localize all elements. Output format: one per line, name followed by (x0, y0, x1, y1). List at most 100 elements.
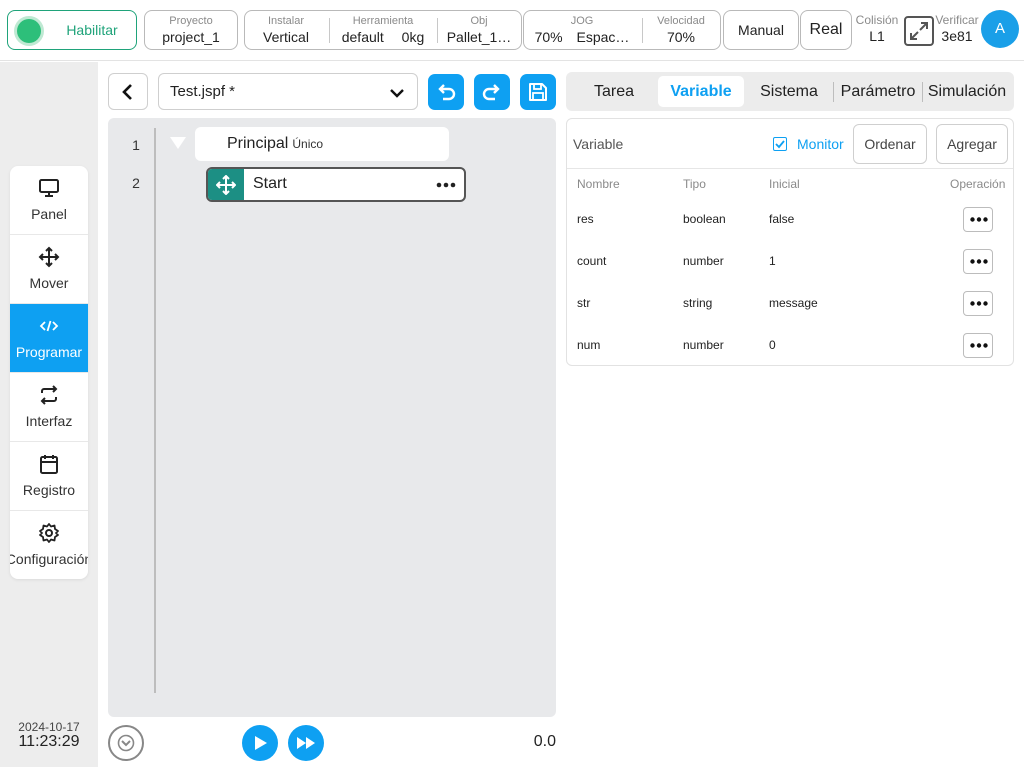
check-icon (775, 140, 785, 149)
var-initial: 0 (769, 338, 776, 352)
sidebar-item-label: Registro (22, 482, 76, 498)
manual-mode-button[interactable]: Manual (723, 10, 799, 50)
variable-panel: Variable Monitor Ordenar Agregar Nombre … (566, 118, 1014, 366)
install-tool-group[interactable]: Instalar Vertical Herramienta default 0k… (244, 10, 522, 50)
row-more-button[interactable] (963, 291, 993, 316)
enable-button[interactable]: Habilitar (7, 10, 137, 50)
verify-key: Verificar (935, 13, 979, 27)
tool-value-row: default 0kg (331, 28, 435, 46)
divider (833, 82, 834, 102)
tab-task[interactable]: Tarea (576, 76, 652, 107)
speed-value: 70% (666, 29, 696, 45)
sidebar-item-label: Configuración (10, 551, 88, 567)
enable-label: Habilitar (66, 22, 118, 38)
undo-button[interactable] (428, 74, 464, 110)
jog-mode: Espac… (576, 29, 630, 45)
sidebar-item-log[interactable]: Registro (10, 442, 88, 511)
clock-time: 11:23:29 (18, 733, 80, 750)
chevron-left-icon (120, 83, 136, 101)
user-avatar[interactable]: A (981, 10, 1019, 48)
var-initial: false (769, 212, 795, 226)
top-bar: Habilitar Proyecto project_1 Instalar Ve… (0, 0, 1024, 61)
chevron-down-icon (117, 734, 135, 752)
jog-value-row: 70% Espac… (524, 28, 640, 46)
row-more-button[interactable] (963, 333, 993, 358)
file-name: Test.jspf * (170, 83, 236, 100)
jog-speed-group[interactable]: JOG 70% Espac… Velocidad 70% (523, 10, 721, 50)
verify-status: Verificar 3e81 (934, 14, 980, 45)
var-type: string (683, 296, 713, 310)
more-icon[interactable] (436, 182, 456, 188)
more-icon (970, 217, 988, 222)
step-forward-button[interactable] (288, 725, 324, 761)
divider (329, 18, 330, 43)
jog-key: JOG (570, 15, 594, 27)
more-icon (970, 301, 988, 306)
var-initial: message (769, 296, 818, 310)
project-key: Proyecto (169, 15, 213, 27)
install-value: Vertical (263, 29, 309, 45)
sidebar-item-move[interactable]: Mover (10, 235, 88, 304)
sidebar-item-settings[interactable]: Configuración (10, 511, 88, 579)
divider (567, 168, 1013, 169)
project-value: project_1 (162, 29, 220, 45)
row-more-button[interactable] (963, 207, 993, 232)
principal-node[interactable]: Principal Único (195, 127, 449, 161)
undo-icon (435, 81, 457, 103)
real-mode-button[interactable]: Real (800, 10, 852, 50)
sidebar-item-interface[interactable]: Interfaz (10, 373, 88, 442)
column-header-operation: Operación (950, 177, 1006, 191)
redo-icon (481, 81, 503, 103)
install-key: Instalar (267, 15, 305, 27)
principal-subtitle: Único (292, 137, 324, 151)
project-selector[interactable]: Proyecto project_1 (144, 10, 238, 50)
move-icon (38, 246, 60, 268)
sidebar-item-program[interactable]: Programar (10, 304, 88, 373)
redo-button[interactable] (474, 74, 510, 110)
order-button[interactable]: Ordenar (853, 124, 927, 164)
var-type: boolean (683, 212, 726, 226)
tab-system[interactable]: Sistema (750, 76, 828, 107)
side-menu: Panel Mover Programar Interfaz Registro … (10, 166, 88, 579)
tool-key: Herramienta (352, 15, 414, 27)
column-header-initial: Inicial (769, 177, 800, 191)
back-button[interactable] (108, 73, 148, 110)
var-name: count (577, 254, 607, 268)
sidebar-item-panel[interactable]: Panel (10, 166, 88, 235)
start-node[interactable]: Start (206, 167, 466, 202)
divider (642, 18, 643, 43)
chevron-down-icon (389, 85, 405, 101)
save-icon (527, 81, 549, 103)
scroll-down-button[interactable] (108, 725, 144, 761)
enable-status-dot (17, 19, 41, 43)
tab-simulation[interactable]: Simulación (924, 76, 1010, 107)
clock-date: 2024-10-17 (18, 720, 80, 734)
tool-value: default (341, 29, 384, 45)
expand-icon[interactable] (904, 16, 934, 46)
file-selector[interactable]: Test.jspf * (158, 73, 418, 110)
var-name: res (577, 212, 594, 226)
payload-value: 0kg (401, 29, 425, 45)
var-initial: 1 (769, 254, 776, 268)
right-tabs: Tarea Variable Sistema Parámetro Simulac… (566, 72, 1014, 111)
jog-value: 70% (534, 29, 563, 45)
save-button[interactable] (520, 74, 556, 110)
gear-icon (38, 522, 60, 544)
tree-gutter-line (154, 128, 156, 693)
play-button[interactable] (242, 725, 278, 761)
move-icon (216, 175, 236, 195)
tab-parameter[interactable]: Parámetro (836, 76, 920, 107)
collapse-toggle-icon[interactable] (170, 137, 186, 149)
add-button[interactable]: Agregar (936, 124, 1008, 164)
monitor-checkbox[interactable] (773, 137, 787, 151)
speed-readout: 0.0 (533, 733, 556, 750)
tab-variable[interactable]: Variable (658, 76, 744, 107)
collision-value: L1 (869, 28, 885, 44)
fast-forward-icon (296, 736, 316, 750)
var-name: str (577, 296, 591, 310)
monitor-label[interactable]: Monitor (797, 136, 844, 152)
row-more-button[interactable] (963, 249, 993, 274)
drag-handle[interactable] (208, 169, 244, 200)
program-tree (108, 118, 556, 717)
sidebar-item-label: Programar (15, 344, 83, 360)
